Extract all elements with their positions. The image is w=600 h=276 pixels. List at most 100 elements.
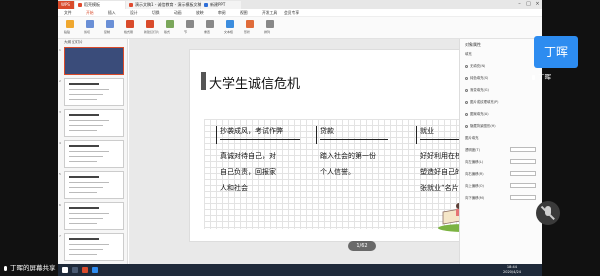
property-input[interactable]: [510, 183, 536, 188]
menu-item[interactable]: 文件: [64, 10, 72, 16]
ribbon-tool-icon[interactable]: [106, 20, 114, 28]
radio-icon[interactable]: [465, 76, 468, 80]
menu-item[interactable]: 切换: [152, 10, 160, 16]
radio-icon[interactable]: [465, 124, 468, 128]
ribbon-tool-icon[interactable]: [246, 20, 254, 28]
ribbon-tool-icon[interactable]: [146, 20, 154, 28]
property-input[interactable]: [510, 195, 536, 200]
minimize-icon[interactable]: –: [515, 0, 524, 9]
property-row[interactable]: 向上偏移(O): [465, 183, 484, 188]
search-icon[interactable]: [72, 267, 78, 273]
tab-doc-1[interactable]: 稻壳模板: [75, 1, 125, 9]
ribbon-tool-label: 排列: [264, 30, 271, 34]
tab-doc-2[interactable]: 演示文稿1 - 诚信教育 - 演示模板文稿: [126, 1, 202, 9]
menu-item[interactable]: 开发工具: [262, 10, 277, 16]
property-row[interactable]: 向右偏移(R): [465, 171, 484, 176]
menu-item[interactable]: 设计: [130, 10, 138, 16]
menu-item[interactable]: 视图: [240, 10, 248, 16]
menu-item[interactable]: 审阅: [218, 10, 226, 16]
property-input[interactable]: [510, 171, 536, 176]
property-row[interactable]: 向左偏移(L): [465, 159, 483, 164]
property-row[interactable]: 纯色填充(S): [465, 75, 488, 80]
property-row[interactable]: 图片填充: [465, 135, 479, 140]
property-row[interactable]: 透明度(T): [465, 147, 480, 152]
ribbon-tool-icon[interactable]: [86, 20, 94, 28]
ribbon-tool-label: 节: [184, 30, 188, 34]
property-row[interactable]: 图案填充(A): [465, 111, 489, 116]
ribbon-tool-label: 粘贴: [64, 30, 71, 34]
close-icon[interactable]: ×: [533, 0, 542, 9]
wps-app-icon[interactable]: [82, 267, 88, 273]
ribbon-tool-icon[interactable]: [266, 20, 274, 28]
column-2[interactable]: 贷款 踏入社会的第一份 个人信誉。: [316, 126, 388, 180]
property-row[interactable]: 隐藏背景图形(H): [465, 123, 496, 128]
radio-icon[interactable]: [465, 64, 468, 68]
thumbnail-tabs[interactable]: 大纲 幻灯片: [64, 40, 83, 45]
column-heading: 贷款: [320, 127, 334, 135]
property-label: 向右偏移(R): [465, 172, 484, 176]
slide-thumbnail[interactable]: [64, 233, 124, 261]
menu-item[interactable]: 插入: [108, 10, 116, 16]
object-properties-panel: 对象属性 填充无填充(N) 纯色填充(S) 渐变填充(G) 图片或纹理填充(P) 图案填…: [459, 39, 542, 264]
microphone-icon: [532, 75, 535, 80]
participant-avatar[interactable]: 丁晖: [534, 36, 578, 68]
column-1[interactable]: 抄袭成风，考试作弊 真诚对待自己，对 自己负责，回报家 人和社会: [216, 126, 300, 196]
maximize-icon[interactable]: □: [524, 0, 533, 9]
property-input[interactable]: [510, 147, 536, 152]
doc-icon: [78, 3, 82, 7]
column-line: 踏入社会的第一份: [320, 152, 376, 160]
property-row[interactable]: 渐变填充(G): [465, 87, 489, 92]
slide-thumbnail[interactable]: [64, 202, 124, 230]
slide-thumbnail[interactable]: [64, 78, 124, 106]
meeting-screen: WPS 稻壳模板 演示文稿1 - 诚信教育 - 演示模板文稿 新建PPT – □…: [0, 0, 600, 276]
property-row[interactable]: 填充: [465, 51, 472, 56]
slide-thumbnail[interactable]: [64, 109, 124, 137]
ribbon-tool-icon[interactable]: [166, 20, 174, 28]
column-heading: 抄袭成风，考试作弊: [220, 127, 283, 135]
slide-thumbnail[interactable]: [64, 140, 124, 168]
thumbnail-text-line: [69, 218, 103, 219]
menu-item[interactable]: 开始: [86, 10, 94, 16]
screen-share-label: 丁晖的屏幕共享: [4, 262, 56, 272]
windows-start-icon[interactable]: [62, 267, 68, 273]
thumbnail-number: 7: [59, 234, 61, 238]
ribbon-tool-icon[interactable]: [206, 20, 214, 28]
mute-button[interactable]: [536, 201, 560, 225]
property-label: 隐藏背景图形(H): [470, 124, 496, 128]
ribbon-tool-label: 版式: [164, 30, 171, 34]
slide-title[interactable]: 大学生诚信危机: [209, 73, 300, 92]
meeting-app-icon[interactable]: [92, 267, 98, 273]
menu-item[interactable]: 会员专享: [284, 10, 299, 16]
participant-name-label: 丁晖: [538, 73, 551, 81]
menu-item[interactable]: 动画: [174, 10, 182, 16]
property-label: 无填充(N): [470, 64, 486, 68]
ribbon-tool-icon[interactable]: [226, 20, 234, 28]
thumbnail-title-bar: [69, 83, 99, 85]
ribbon-tool-icon[interactable]: [186, 20, 194, 28]
ribbon-tool-label: 重置: [204, 30, 211, 34]
column-line: 个人信誉。: [320, 168, 355, 176]
ribbon-tool-icon[interactable]: [126, 20, 134, 28]
property-input[interactable]: [510, 159, 536, 164]
property-row[interactable]: 图片或纹理填充(P): [465, 99, 498, 104]
property-row[interactable]: 向下偏移(M): [465, 195, 484, 200]
thumbnail-text-line: [69, 187, 103, 188]
panel-title: 对象属性: [465, 42, 481, 47]
radio-icon[interactable]: [465, 88, 468, 92]
thumbnail-number: 5: [59, 172, 61, 176]
radio-icon[interactable]: [465, 100, 468, 104]
thumbnail-text-line: [69, 244, 109, 245]
radio-icon[interactable]: [465, 112, 468, 116]
thumbnail-number: 4: [59, 141, 61, 145]
tab-doc-3[interactable]: 新建PPT: [201, 1, 241, 9]
slide-thumbnail[interactable]: [64, 47, 124, 75]
tab-doc-1-label: 稻壳模板: [84, 2, 100, 7]
column-line: 人和社会: [220, 184, 248, 192]
slide-thumbnail[interactable]: [64, 171, 124, 199]
tab-wps-home[interactable]: WPS: [58, 1, 74, 9]
property-row[interactable]: 无填充(N): [465, 63, 485, 68]
menu-item[interactable]: 放映: [196, 10, 204, 16]
ribbon-tool-icon[interactable]: [66, 20, 74, 28]
property-label: 图片填充: [465, 136, 479, 140]
thumbnail-text-line: [69, 125, 103, 126]
